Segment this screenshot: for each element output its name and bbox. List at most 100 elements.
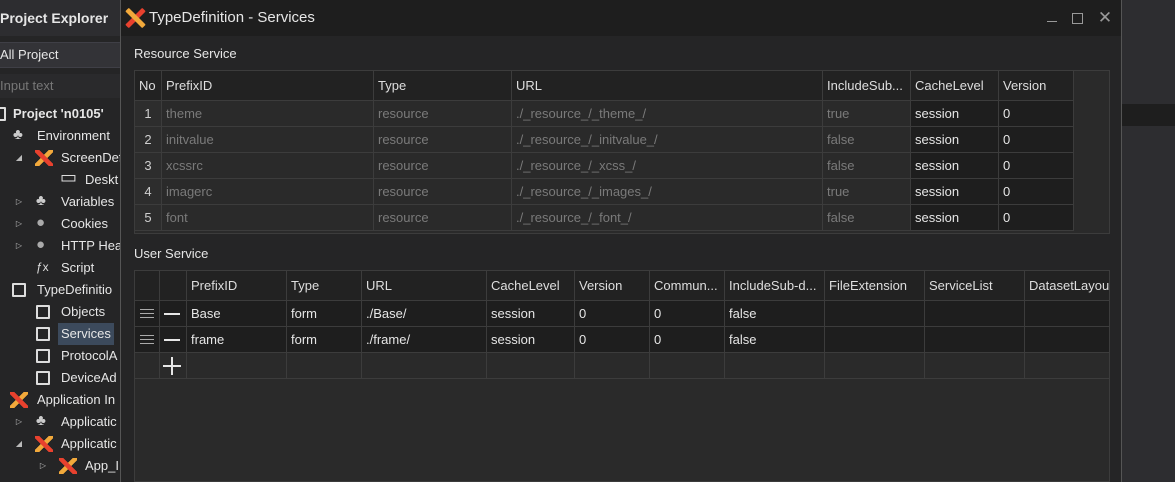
tree-node-app[interactable]: ▷ App_I xyxy=(0,455,122,477)
column-header[interactable]: Type xyxy=(287,271,362,301)
resource-service-grid: No PrefixID Type URL IncludeSub... Cache… xyxy=(134,70,1110,234)
tree-node-application-info[interactable]: Application In xyxy=(0,389,122,411)
column-header[interactable]: IncludeSub... xyxy=(823,71,911,101)
drag-handle-icon[interactable] xyxy=(140,309,154,319)
remove-row-button[interactable] xyxy=(160,301,187,327)
tree-node-typedefinition[interactable]: TypeDefinitio xyxy=(0,279,122,301)
grid-cell[interactable]: false xyxy=(725,301,825,327)
grid-cell[interactable]: session xyxy=(911,101,999,127)
grid-cell[interactable]: ./frame/ xyxy=(362,327,487,353)
tree-node-application-1[interactable]: ▷ Applicatic xyxy=(0,410,122,433)
expand-arrow-icon[interactable]: ◢ xyxy=(14,433,24,455)
grid-cell[interactable] xyxy=(825,327,925,353)
grid-cell[interactable]: frame xyxy=(187,327,287,353)
grid-cell[interactable]: 0 xyxy=(575,327,650,353)
column-header[interactable]: CacheLevel xyxy=(487,271,575,301)
grid-cell[interactable]: form xyxy=(287,301,362,327)
grid-cell[interactable] xyxy=(925,301,1025,327)
tree-node-objects[interactable]: Objects xyxy=(0,301,122,323)
cookie-icon xyxy=(35,212,53,234)
tree-node-label: DeviceAd xyxy=(61,370,117,385)
column-header[interactable]: CacheLevel xyxy=(911,71,999,101)
tree-node-label: Cookies xyxy=(61,216,108,231)
tree-node-services[interactable]: Services xyxy=(0,323,122,345)
row-drag-handle[interactable] xyxy=(135,327,160,353)
tree-node-protocoladaptors[interactable]: ProtocolA xyxy=(0,345,122,367)
column-header[interactable]: No xyxy=(135,71,162,101)
grid-cell[interactable]: 0 xyxy=(999,179,1074,205)
tree-node-label: Variables xyxy=(61,194,115,209)
collapse-arrow-icon[interactable]: ▷ xyxy=(14,235,24,257)
grid-cell[interactable]: 0 xyxy=(999,205,1074,231)
collapse-arrow-icon[interactable]: ▷ xyxy=(14,213,24,235)
grid-cell[interactable]: Base xyxy=(187,301,287,327)
project-filter-combo[interactable]: All Project xyxy=(0,42,122,68)
column-header[interactable]: URL xyxy=(362,271,487,301)
grid-cell: resource xyxy=(374,153,512,179)
tree-node-application-2[interactable]: ◢ Applicatic xyxy=(0,433,122,455)
grid-cell[interactable]: 0 xyxy=(999,101,1074,127)
tree-node-environment[interactable]: Environment xyxy=(0,124,122,147)
grid-cell[interactable] xyxy=(925,327,1025,353)
collapse-arrow-icon[interactable]: ▷ xyxy=(14,191,24,213)
remove-row-button[interactable] xyxy=(160,327,187,353)
column-header[interactable]: Version xyxy=(999,71,1074,101)
tree-node-script[interactable]: Script xyxy=(0,256,122,279)
column-header[interactable]: IncludeSub-d... xyxy=(725,271,825,301)
minus-icon[interactable] xyxy=(164,339,180,341)
grid-cell[interactable] xyxy=(825,301,925,327)
globe-icon xyxy=(35,234,53,256)
grid-cell[interactable]: 0 xyxy=(650,301,725,327)
collapse-arrow-icon[interactable]: ▷ xyxy=(14,411,24,433)
column-header[interactable]: PrefixID xyxy=(162,71,374,101)
column-header[interactable]: Commun... xyxy=(650,271,725,301)
column-header[interactable]: URL xyxy=(512,71,823,101)
collapse-arrow-icon[interactable]: ▷ xyxy=(38,455,48,477)
column-header[interactable]: FileExtension xyxy=(825,271,925,301)
column-header[interactable]: PrefixID xyxy=(187,271,287,301)
grid-cell[interactable]: session xyxy=(911,179,999,205)
tree-node-label: Services xyxy=(58,323,114,345)
grid-cell[interactable]: form xyxy=(287,327,362,353)
tree-node-project[interactable]: Project 'n0105' xyxy=(0,103,122,125)
drag-handle-icon[interactable] xyxy=(140,335,154,345)
tree-node-http-headers[interactable]: ▷ HTTP Hea xyxy=(0,234,122,257)
column-header xyxy=(135,271,160,301)
grid-cell[interactable]: false xyxy=(725,327,825,353)
grid-cell[interactable]: session xyxy=(487,301,575,327)
grid-cell[interactable]: 0 xyxy=(999,127,1074,153)
column-header[interactable]: ServiceList xyxy=(925,271,1025,301)
grid-cell[interactable]: ./Base/ xyxy=(362,301,487,327)
dialog-titlebar[interactable]: TypeDefinition - Services ✕ xyxy=(121,0,1121,36)
grid-cell: resource xyxy=(374,205,512,231)
close-icon[interactable]: ✕ xyxy=(1096,9,1114,27)
column-header[interactable]: Type xyxy=(374,71,512,101)
protocol-icon xyxy=(36,349,50,363)
add-row-button[interactable] xyxy=(160,353,187,379)
tree-node-variables[interactable]: ▷ Variables xyxy=(0,190,122,213)
grid-cell[interactable]: 0 xyxy=(575,301,650,327)
column-header[interactable]: Version xyxy=(575,271,650,301)
expand-arrow-icon[interactable]: ◢ xyxy=(14,147,24,169)
tree-node-label: HTTP Hea xyxy=(61,238,122,253)
grid-cell[interactable] xyxy=(1025,301,1109,327)
maximize-icon[interactable] xyxy=(1068,9,1086,27)
tree-node-desktop[interactable]: Deskt xyxy=(0,166,122,191)
plus-icon[interactable] xyxy=(163,357,181,375)
grid-cell[interactable]: session xyxy=(911,205,999,231)
minus-icon[interactable] xyxy=(164,313,180,315)
column-header[interactable]: DatasetLayou xyxy=(1025,271,1109,301)
grid-cell[interactable]: session xyxy=(487,327,575,353)
grid-cell[interactable]: session xyxy=(911,153,999,179)
grid-cell[interactable] xyxy=(1025,327,1109,353)
grid-cell[interactable]: session xyxy=(911,127,999,153)
explorer-search-input[interactable]: Input text xyxy=(0,74,122,98)
minimize-icon[interactable] xyxy=(1043,9,1061,27)
user-service-label: User Service xyxy=(134,246,209,261)
grid-cell[interactable]: 0 xyxy=(999,153,1074,179)
grid-cell[interactable]: 0 xyxy=(650,327,725,353)
row-drag-handle[interactable] xyxy=(135,301,160,327)
grid-cell: false xyxy=(823,153,911,179)
tree-node-deviceadaptors[interactable]: DeviceAd xyxy=(0,367,122,389)
tree-node-cookies[interactable]: ▷ Cookies xyxy=(0,212,122,235)
